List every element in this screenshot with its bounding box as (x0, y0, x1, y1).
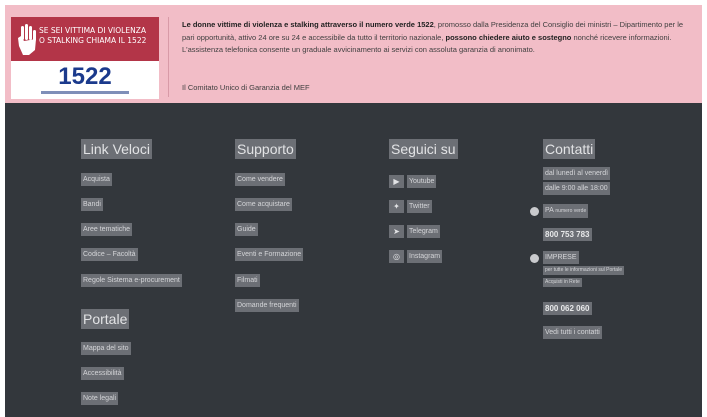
banner-text-bold-3: possono chiedere aiuto e sostegno (445, 32, 572, 42)
footer-link-come-acquistare[interactable]: Come acquistare (235, 198, 292, 211)
footer-link-filmati[interactable]: Filmati (235, 274, 260, 287)
helpline-card-header: SE SEI VITTIMA DI VIOLENZA O STALKING CH… (11, 17, 159, 61)
footer-link-bandi[interactable]: Bandi (81, 198, 103, 211)
twitter-icon[interactable]: ✦ (389, 200, 404, 213)
violence-helpline-banner: SE SEI VITTIMA DI VIOLENZA O STALKING CH… (5, 5, 702, 103)
raised-hand-icon (18, 24, 36, 55)
footer-link-come-vendere[interactable]: Come vendere (235, 173, 285, 186)
contact-imprese-label: IMPRESE (543, 251, 579, 264)
telegram-icon[interactable]: ➤ (389, 225, 404, 238)
pa-phone-number[interactable]: 800 753 783 (543, 228, 592, 241)
footer-link-mappa[interactable]: Mappa del sito (81, 342, 131, 355)
contatti-heading: Contatti (543, 139, 596, 159)
pa-bullet-icon (530, 207, 539, 216)
footer-link-telegram[interactable]: Telegram (407, 225, 440, 238)
portale-heading: Portale (81, 309, 130, 329)
site-footer: Link Veloci Acquista Bandi Aree tematich… (5, 103, 702, 417)
banner-signature: Il Comitato Unico di Garanzia del MEF (182, 83, 310, 92)
imprese-note-line1: per tutte le informazioni sul Portale (543, 266, 624, 275)
helpline-card-line2: O STALKING CHIAMA IL 1522 (39, 36, 147, 45)
pa-note: numero verde (555, 208, 587, 214)
banner-description: Le donne vittime di violenza e stalking … (182, 19, 690, 57)
banner-divider (168, 17, 169, 97)
footer-link-all-contacts[interactable]: Vedi tutti i contatti (543, 326, 602, 339)
supporto-heading: Supporto (235, 139, 296, 159)
contact-hours-line1: dal lunedì al venerdì (543, 167, 611, 180)
instagram-icon[interactable]: ◎ (389, 250, 404, 263)
footer-link-eventi[interactable]: Eventi e Formazione (235, 248, 304, 261)
footer-link-note-legali[interactable]: Note legali (81, 392, 119, 405)
footer-link-guide[interactable]: Guide (235, 223, 258, 236)
footer-link-faq[interactable]: Domande frequenti (235, 299, 299, 312)
banner-text-bold-1: Le donne vittime di violenza e stalking … (182, 20, 434, 29)
contact-hours-line2: dalle 9:00 alle 18:00 (543, 182, 610, 195)
helpline-card-line1: SE SEI VITTIMA DI VIOLENZA (39, 26, 146, 35)
imprese-phone-number[interactable]: 800 062 060 (543, 302, 592, 315)
helpline-card-caption-bar (41, 91, 129, 94)
seguici-heading: Seguici su (389, 139, 458, 159)
link-veloci-heading: Link Veloci (81, 139, 152, 159)
footer-link-aree-tematiche[interactable]: Aree tematiche (81, 223, 133, 236)
footer-link-codice[interactable]: Codice – Facoltà (81, 248, 138, 261)
footer-link-instagram[interactable]: Instagram (407, 250, 443, 263)
page: SE SEI VITTIMA DI VIOLENZA O STALKING CH… (0, 0, 707, 417)
imprese-bullet-icon (530, 254, 539, 263)
footer-link-youtube[interactable]: Youtube (407, 175, 437, 188)
helpline-1522-card[interactable]: SE SEI VITTIMA DI VIOLENZA O STALKING CH… (11, 17, 159, 99)
youtube-icon[interactable]: ▶ (389, 175, 404, 188)
imprese-note-line2: Acquisti in Rete (543, 278, 582, 287)
footer-link-acquista[interactable]: Acquista (81, 173, 112, 186)
contact-pa-label: PA numero verde (543, 204, 589, 218)
footer-link-twitter[interactable]: Twitter (407, 200, 432, 213)
footer-link-accessibilita[interactable]: Accessibilità (81, 367, 124, 380)
footer-link-regole[interactable]: Regole Sistema e-procurement (81, 274, 182, 287)
pa-label: PA (545, 207, 554, 214)
helpline-number: 1522 (58, 63, 112, 90)
